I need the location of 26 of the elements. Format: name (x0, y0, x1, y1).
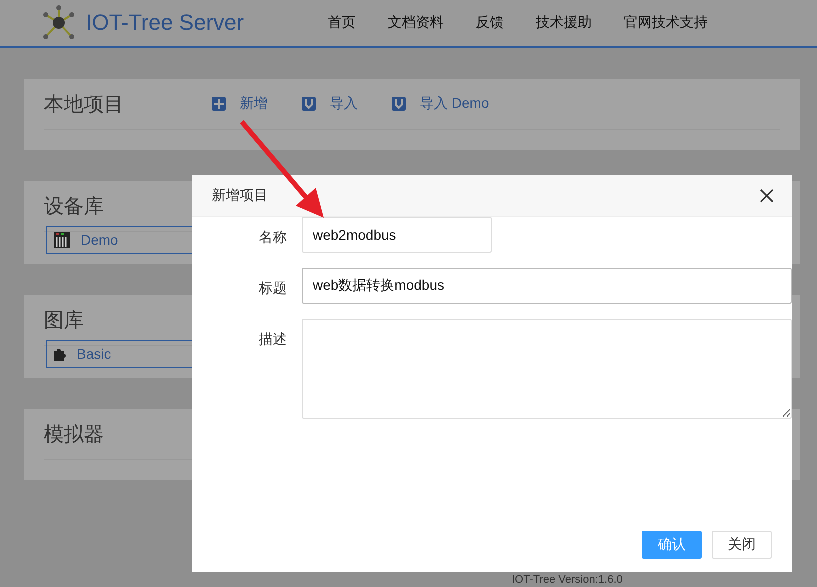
logo-icon (42, 5, 76, 41)
logo-text: IOT-Tree Server (86, 10, 244, 36)
download-icon (302, 97, 316, 111)
nav-link[interactable]: 首页 (328, 14, 356, 32)
nav-link[interactable]: 反馈 (476, 14, 504, 32)
puzzle-icon (53, 347, 67, 361)
description-field[interactable] (302, 319, 792, 419)
nav-link[interactable]: 官网技术支持 (624, 14, 708, 32)
rack-icon (53, 231, 71, 249)
nav-link[interactable]: 技术援助 (536, 14, 592, 32)
input-field[interactable]: web2modbus (302, 217, 492, 253)
section-title: 本地项目 (44, 92, 125, 118)
input-field[interactable]: web数据转换modbus (302, 268, 792, 304)
field-label: 标题 (258, 279, 287, 298)
close-button[interactable]: 关闭 (712, 531, 772, 559)
nav-link[interactable]: 文档资料 (388, 14, 444, 32)
section-title: 图库 (44, 308, 85, 334)
section-title: 模拟器 (44, 422, 105, 448)
version-text: IOT-Tree Version:1.6.0 (512, 574, 623, 587)
plus-icon (212, 97, 226, 111)
field-label: 名称 (258, 228, 287, 247)
section-title: 设备库 (44, 194, 105, 220)
close-icon[interactable] (760, 188, 774, 202)
download-icon (392, 97, 406, 111)
dialog-title: 新增项目 (212, 186, 268, 204)
field-label: 描述 (258, 330, 287, 349)
